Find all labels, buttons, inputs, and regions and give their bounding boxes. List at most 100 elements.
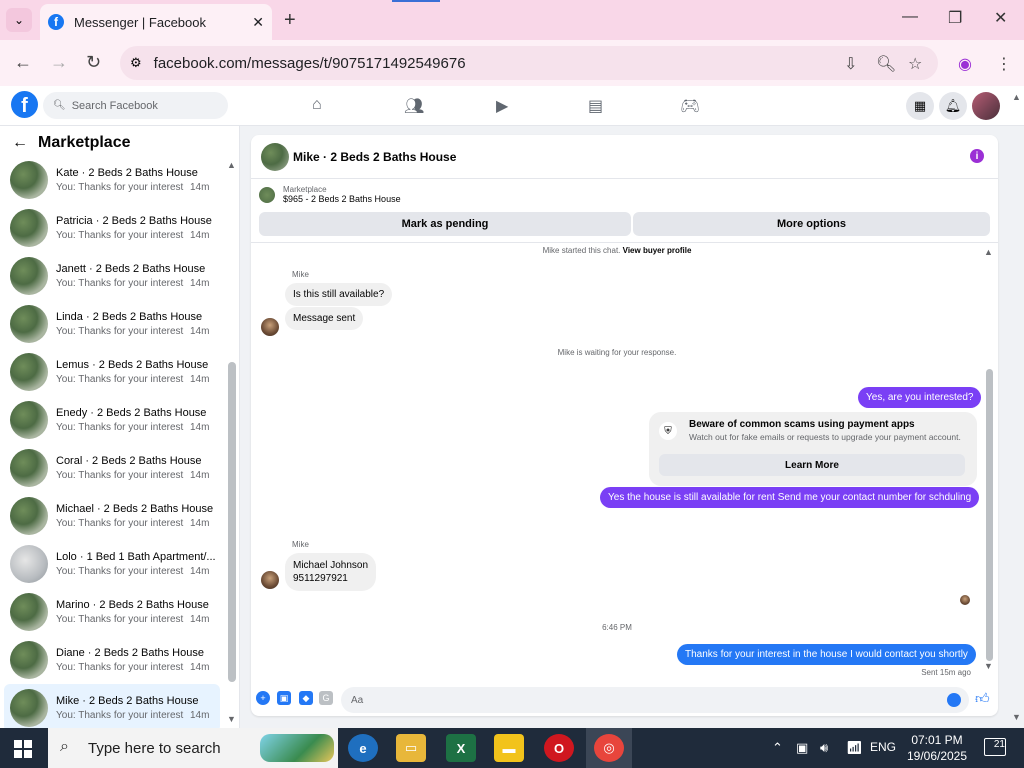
profile-icon[interactable]: ◉	[958, 54, 972, 74]
home-icon[interactable]: ⌂	[312, 96, 322, 114]
page-scroll-down-arrow[interactable]: ▼	[1012, 712, 1021, 722]
maximize-icon[interactable]: ❐	[948, 8, 962, 28]
volume-icon[interactable]: 🔊︎	[820, 740, 828, 756]
wifi-icon[interactable]: 📶︎	[846, 740, 863, 756]
chat-panel: Mike · 2 Beds 2 Baths House i Marketplac…	[251, 135, 998, 716]
account-avatar[interactable]	[972, 92, 1000, 120]
conversation-item[interactable]: Marino · 2 Beds 2 Baths House You: Thanks…	[4, 588, 220, 636]
emoji-icon[interactable]	[947, 693, 961, 707]
incoming-message[interactable]: Message sent	[285, 307, 364, 330]
conversation-text: Enedy · 2 Beds 2 Baths House You: Thanks …	[56, 407, 216, 433]
reload-icon[interactable]: ↻	[86, 52, 101, 73]
scroll-down-arrow[interactable]: ▼	[227, 714, 236, 724]
view-buyer-profile-link[interactable]: View buyer profile	[623, 246, 692, 255]
back-arrow-icon[interactable]: ←	[12, 134, 28, 152]
edge-icon[interactable]: e	[348, 734, 378, 762]
chrome-icon[interactable]: ◎	[594, 734, 624, 762]
conversation-avatar	[10, 593, 48, 631]
conversation-text: Diane · 2 Beds 2 Baths House You: Thanks …	[56, 647, 216, 673]
sticker-icon[interactable]: ◆	[299, 691, 313, 705]
facebook-search-input[interactable]: 🔍︎ Search Facebook	[43, 92, 228, 119]
listing-info[interactable]: Marketplace $965 - 2 Beds 2 Baths House	[259, 185, 401, 204]
page-scroll-up-arrow[interactable]: ▲	[1012, 92, 1021, 102]
sticky-notes-icon[interactable]: ▬	[494, 734, 524, 762]
show-hidden-icons-chevron-icon[interactable]: ⌃	[772, 740, 783, 756]
conversation-name: Michael · 2 Beds 2 Baths House	[56, 503, 214, 515]
conversation-item[interactable]: Lolo · 1 Bed 1 Bath Apartment/... You: Th…	[4, 540, 220, 588]
conversation-name: Linda · 2 Beds 2 Baths House	[56, 311, 203, 323]
conversation-item[interactable]: Mike · 2 Beds 2 Baths House You: Thanks f…	[4, 684, 220, 732]
file-explorer-icon[interactable]: ▭	[396, 734, 426, 762]
like-thumb-icon[interactable]: 👍︎	[975, 690, 990, 707]
incoming-message[interactable]: Michael Johnson 9511297921	[285, 553, 377, 591]
install-app-icon[interactable]: ⇩	[844, 54, 857, 74]
notification-center-button[interactable]: 21	[984, 738, 1006, 756]
taskbar-clock[interactable]: 07:01 PM 19/06/2025	[900, 732, 974, 764]
browser-tab-messenger[interactable]: f Messenger | Facebook ✕	[40, 4, 272, 40]
chat-scrollbar[interactable]	[986, 369, 993, 661]
chat-scroll-down-arrow[interactable]: ▼	[984, 661, 993, 671]
close-window-icon[interactable]: ✕	[994, 8, 1007, 28]
conversation-item[interactable]: Diane · 2 Beds 2 Baths House You: Thanks …	[4, 636, 220, 684]
conversation-preview: You: Thanks for your interest in t...	[56, 470, 186, 481]
conversation-item[interactable]: Patricia · 2 Beds 2 Baths House You: Than…	[4, 204, 220, 252]
conversation-time: 14m	[190, 278, 210, 289]
chat-scroll-up-arrow[interactable]: ▲	[984, 247, 993, 257]
bookmark-star-icon[interactable]: ☆	[908, 54, 922, 74]
sender-avatar[interactable]	[261, 318, 279, 336]
url-field[interactable]: ⚙ facebook.com/messages/t/90751714925496…	[120, 46, 938, 80]
forward-arrow-icon[interactable]: →	[50, 52, 68, 73]
back-arrow-icon[interactable]: ←	[14, 52, 32, 73]
notifications-bell-icon[interactable]: 🔔︎	[939, 92, 967, 120]
message-input[interactable]: Aa	[341, 687, 969, 713]
taskbar-search-input[interactable]: ⌕ Type here to search	[48, 728, 338, 768]
chat-avatar[interactable]	[261, 142, 289, 171]
conversation-item[interactable]: Kate · 2 Beds 2 Baths House You: Thanks f…	[4, 156, 220, 204]
incoming-message[interactable]: Is this still available?	[285, 283, 393, 306]
outgoing-message[interactable]: Yes the house is still available for ren…	[600, 487, 980, 508]
new-tab-button[interactable]: +	[284, 9, 296, 32]
conversation-item[interactable]: Janett · 2 Beds 2 Baths House You: Thanks…	[4, 252, 220, 300]
minimize-icon[interactable]: —	[902, 8, 918, 26]
sidebar-scrollbar[interactable]	[228, 362, 236, 682]
conversation-item[interactable]: Coral · 2 Beds 2 Baths House You: Thanks …	[4, 444, 220, 492]
conversation-item[interactable]: Enedy · 2 Beds 2 Baths House You: Thanks …	[4, 396, 220, 444]
tab-search-button[interactable]: ⌄	[6, 8, 32, 32]
zoom-icon[interactable]: 🔍︎	[876, 54, 896, 74]
photo-icon[interactable]: ▣	[277, 691, 291, 705]
sender-avatar[interactable]	[261, 571, 279, 589]
browser-menu-icon[interactable]: ⋮	[996, 54, 1012, 74]
friends-icon[interactable]: 👥︎	[404, 96, 424, 116]
video-icon[interactable]: ▶	[496, 96, 508, 116]
info-icon[interactable]: i	[970, 149, 984, 163]
mark-pending-button[interactable]: Mark as pending	[259, 212, 631, 236]
more-options-button[interactable]: More options	[633, 212, 990, 236]
menu-grid-icon[interactable]: ▦	[906, 92, 934, 120]
conversation-item[interactable]: Linda · 2 Beds 2 Baths House You: Thanks …	[4, 300, 220, 348]
conversation-item[interactable]: Lemus · 2 Beds 2 Baths House You: Thanks …	[4, 348, 220, 396]
plus-icon[interactable]: +	[256, 691, 270, 705]
learn-more-button[interactable]: Learn More	[659, 454, 965, 476]
conversation-text: Kate · 2 Beds 2 Baths House You: Thanks f…	[56, 167, 216, 193]
close-tab-icon[interactable]: ✕	[252, 14, 264, 31]
listing-thumbnail	[259, 186, 275, 203]
chat-title[interactable]: Mike · 2 Beds 2 Baths House	[293, 150, 456, 164]
marketplace-icon[interactable]: ▤	[588, 96, 603, 116]
outgoing-message[interactable]: Thanks for your interest in the house I …	[677, 644, 976, 665]
conversation-avatar	[10, 449, 48, 487]
conversation-time: 14m	[190, 326, 210, 337]
conversation-item[interactable]: Michael · 2 Beds 2 Baths House You: Thank…	[4, 492, 220, 540]
scroll-up-arrow[interactable]: ▲	[227, 160, 236, 170]
windows-start-icon[interactable]	[14, 740, 32, 758]
facebook-logo-icon[interactable]: f	[11, 91, 38, 118]
site-settings-icon[interactable]: ⚙	[130, 55, 142, 71]
gaming-icon[interactable]: 🎮︎	[680, 96, 700, 116]
meet-now-icon[interactable]: ▣	[796, 740, 808, 756]
gif-icon[interactable]: G	[319, 691, 333, 705]
excel-icon[interactable]: X	[446, 734, 476, 762]
language-indicator[interactable]: ENG	[870, 740, 896, 754]
sidebar-title: Marketplace	[38, 134, 131, 151]
search-highlight-image	[260, 734, 334, 762]
opera-icon[interactable]: O	[544, 734, 574, 762]
outgoing-message[interactable]: Yes, are you interested?	[858, 387, 982, 408]
